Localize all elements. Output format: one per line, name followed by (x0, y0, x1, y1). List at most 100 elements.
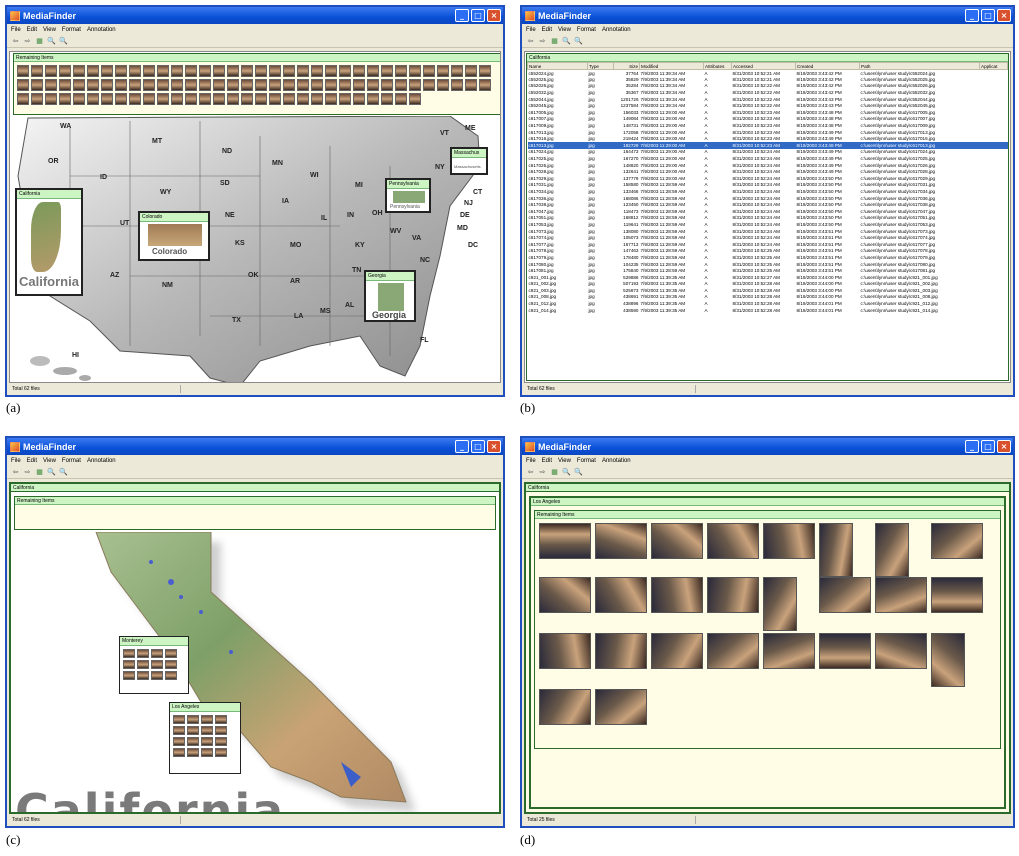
photo-thumbnail[interactable] (137, 671, 149, 680)
menu-view[interactable]: View (43, 27, 56, 33)
group-los-angeles[interactable]: Los Angeles Remaining Items (529, 496, 1006, 809)
back-icon[interactable]: ⇦ (526, 468, 535, 477)
grid-icon[interactable]: ▦ (550, 37, 559, 46)
photo-thumbnail[interactable] (151, 649, 163, 658)
menu-format[interactable]: Format (62, 458, 81, 464)
photo-thumbnail[interactable] (129, 79, 141, 91)
photo-thumbnail[interactable] (595, 633, 647, 669)
photo-thumbnail[interactable] (17, 79, 29, 91)
photo-thumbnail[interactable] (931, 633, 965, 687)
zoom-in-icon[interactable]: 🔍 (47, 37, 56, 46)
menu-edit[interactable]: Edit (27, 27, 37, 33)
menu-view[interactable]: View (43, 458, 56, 464)
table-row[interactable]: c552025.jpg jpg 35829 7/9/2003 11:39:34 AM A… (528, 76, 1008, 83)
photo-thumbnail[interactable] (151, 671, 163, 680)
photo-thumbnail[interactable] (367, 79, 379, 91)
photo-thumbnail[interactable] (437, 65, 449, 77)
photo-thumbnail[interactable] (819, 577, 871, 613)
photo-thumbnail[interactable] (87, 93, 99, 105)
menu-format[interactable]: Format (577, 458, 596, 464)
photo-thumbnail[interactable] (165, 660, 177, 669)
photo-thumbnail[interactable] (539, 577, 591, 613)
maximize-button[interactable]: □ (981, 9, 995, 22)
photo-thumbnail[interactable] (311, 65, 323, 77)
group-georgia[interactable]: Georgia Georgia (364, 270, 416, 322)
photo-thumbnail[interactable] (395, 65, 407, 77)
photo-thumbnail[interactable] (367, 65, 379, 77)
photo-thumbnail[interactable] (367, 93, 379, 105)
grid-icon[interactable]: ▦ (35, 468, 44, 477)
zoom-out-icon[interactable]: 🔍 (59, 37, 68, 46)
photo-thumbnail[interactable] (123, 660, 135, 669)
close-button[interactable]: × (997, 440, 1011, 453)
photo-thumbnail[interactable] (73, 65, 85, 77)
table-row[interactable]: c617028.jpg jpg 132641 7/9/2003 11:29:00 AM… (528, 168, 1008, 175)
menu-file[interactable]: File (526, 27, 536, 33)
menu-file[interactable]: File (11, 458, 21, 464)
back-icon[interactable]: ⇦ (11, 37, 20, 46)
photo-thumbnail[interactable] (409, 93, 421, 105)
photo-thumbnail[interactable] (423, 79, 435, 91)
table-row[interactable]: c617025.jpg jpg 167270 7/9/2003 11:29:00 AM… (528, 155, 1008, 162)
photo-thumbnail[interactable] (819, 523, 853, 577)
photo-thumbnail[interactable] (311, 79, 323, 91)
photo-thumbnail[interactable] (17, 65, 29, 77)
photo-thumbnail[interactable] (479, 79, 491, 91)
photo-thumbnail[interactable] (875, 523, 909, 577)
maximize-button[interactable]: □ (471, 9, 485, 22)
forward-icon[interactable]: ⇨ (23, 37, 32, 46)
photo-thumbnail[interactable] (297, 65, 309, 77)
photo-thumbnail[interactable] (31, 79, 43, 91)
photo-thumbnail[interactable] (199, 79, 211, 91)
photo-thumbnail[interactable] (171, 65, 183, 77)
group-california[interactable]: California Name Type Size Modified Attri… (526, 53, 1009, 381)
photo-thumbnail[interactable] (763, 523, 815, 559)
photo-thumbnail[interactable] (101, 65, 113, 77)
table-row[interactable]: c617081.jpg jpg 175840 7/9/2003 11:28:59 AM… (528, 267, 1008, 274)
photo-thumbnail[interactable] (143, 79, 155, 91)
photo-thumbnail[interactable] (255, 93, 267, 105)
column-header[interactable]: Name (527, 62, 588, 70)
photo-thumbnail[interactable] (201, 748, 213, 757)
photo-thumbnail[interactable] (59, 79, 71, 91)
photo-thumbnail[interactable] (165, 649, 177, 658)
photo-thumbnail[interactable] (325, 79, 337, 91)
photo-thumbnail[interactable] (283, 93, 295, 105)
table-row[interactable]: c617026.jpg jpg 148820 7/9/2003 11:29:00 AM… (528, 162, 1008, 169)
photo-thumbnail[interactable] (241, 79, 253, 91)
column-header[interactable]: Attributes (703, 62, 732, 70)
photo-thumbnail[interactable] (227, 79, 239, 91)
table-row[interactable]: c921_002.jpg jpg 507193 7/9/2003 11:39:35 A… (528, 281, 1008, 288)
photo-thumbnail[interactable] (199, 93, 211, 105)
photo-thumbnail[interactable] (269, 79, 281, 91)
table-row[interactable]: c552045.jpg jpg 1237584 7/9/2003 11:39:34 A… (528, 102, 1008, 109)
minimize-button[interactable]: _ (455, 440, 469, 453)
menu-edit[interactable]: Edit (542, 27, 552, 33)
table-row[interactable]: c617051.jpg jpg 168812 7/9/2003 11:28:59 AM… (528, 215, 1008, 222)
close-button[interactable]: × (487, 9, 501, 22)
photo-thumbnail[interactable] (353, 93, 365, 105)
table-row[interactable]: c617053.jpg jpg 119641 7/9/2003 11:28:59 AM… (528, 221, 1008, 228)
zoom-out-icon[interactable]: 🔍 (574, 37, 583, 46)
photo-thumbnail[interactable] (465, 79, 477, 91)
maximize-button[interactable]: □ (471, 440, 485, 453)
photo-thumbnail[interactable] (381, 65, 393, 77)
photo-thumbnail[interactable] (707, 633, 759, 669)
photo-thumbnail[interactable] (173, 715, 185, 724)
photo-thumbnail[interactable] (479, 65, 491, 77)
map-canvas[interactable]: California Remaining Items California Mo… (9, 482, 501, 814)
minimize-button[interactable]: _ (965, 9, 979, 22)
table-row[interactable]: c617009.jpg jpg 148731 7/9/2003 11:29:00 AM… (528, 122, 1008, 129)
photo-thumbnail[interactable] (539, 689, 591, 725)
close-button[interactable]: × (487, 440, 501, 453)
table-row[interactable]: c921_003.jpg jpg 525873 7/9/2003 11:39:35 A… (528, 287, 1008, 294)
photo-thumbnail[interactable] (201, 726, 213, 735)
photo-thumbnail[interactable] (87, 65, 99, 77)
back-icon[interactable]: ⇦ (11, 468, 20, 477)
table-row[interactable]: c617013.jpg jpg 182729 7/9/2003 11:29:00 AM… (527, 142, 1008, 149)
table-row[interactable]: c617047.jpg jpg 118473 7/9/2003 11:28:59 AM… (528, 208, 1008, 215)
zoom-in-icon[interactable]: 🔍 (47, 468, 56, 477)
photo-thumbnail[interactable] (707, 577, 759, 613)
menu-view[interactable]: View (558, 27, 571, 33)
photo-thumbnail[interactable] (165, 671, 177, 680)
